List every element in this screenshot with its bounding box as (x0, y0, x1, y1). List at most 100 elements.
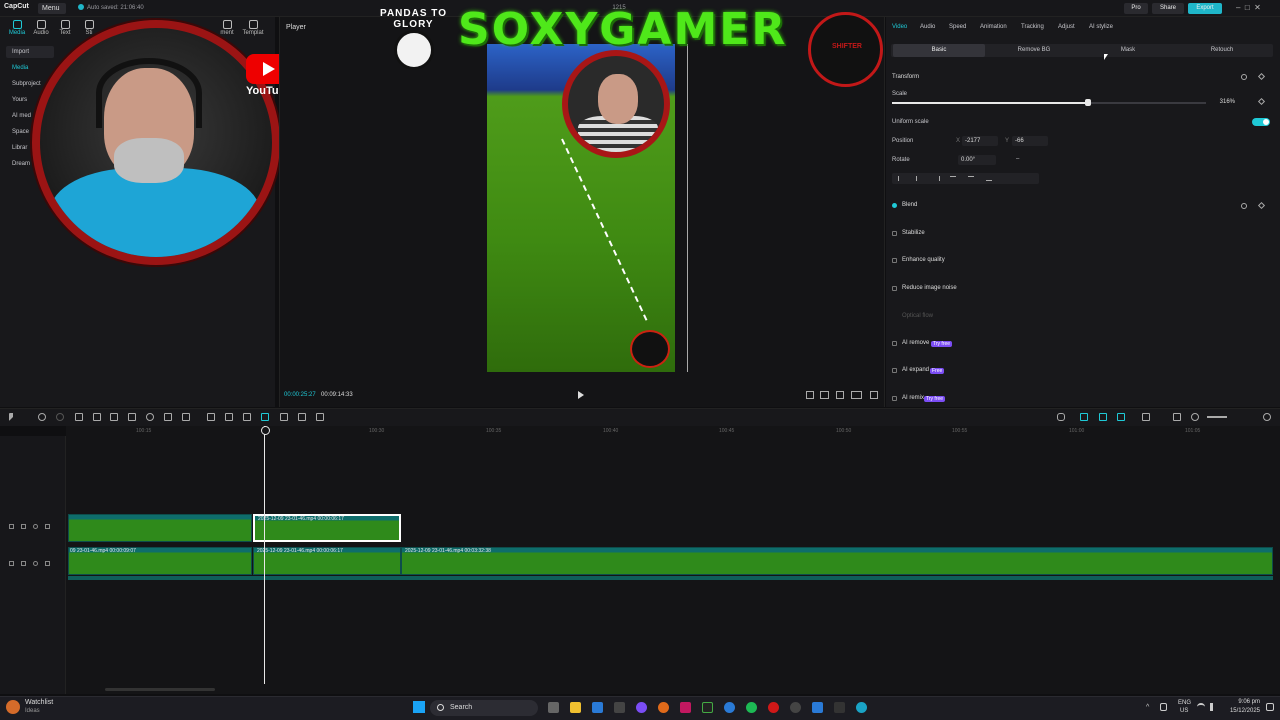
window-controls[interactable]: – □ ✕ (1236, 3, 1276, 14)
ai-remix-checkbox[interactable] (892, 396, 897, 401)
track2-eye-icon[interactable] (33, 561, 38, 566)
timeline-clip[interactable]: 09 23-01-46.mp4 00:00:09:07 (68, 547, 252, 575)
scale-slider-knob[interactable] (1085, 99, 1092, 106)
chrome-icon[interactable] (724, 702, 735, 713)
app-icon[interactable] (614, 702, 625, 713)
undo-icon[interactable] (38, 413, 46, 421)
nav-media[interactable]: Media (6, 62, 54, 74)
pro-button[interactable]: Pro (1124, 3, 1148, 14)
discord-icon[interactable] (636, 702, 647, 713)
tab-templates[interactable]: Templat (240, 20, 266, 38)
subtab-remove-bg[interactable]: Remove BG (988, 44, 1080, 57)
ai-tool-icon[interactable] (261, 413, 269, 421)
section-stabilize[interactable]: Stabilize (902, 230, 925, 236)
opera-icon[interactable] (768, 702, 779, 713)
delete-icon[interactable] (128, 413, 136, 421)
tray-chevron-icon[interactable]: ^ (1146, 704, 1149, 711)
fullscreen-icon[interactable] (870, 391, 878, 399)
section-ai-remix[interactable]: AI remix (902, 395, 924, 401)
steam-icon[interactable] (790, 702, 801, 713)
track1-lock-icon[interactable] (9, 524, 14, 529)
tray-app-icon[interactable] (1160, 703, 1167, 711)
ratio-icon[interactable] (820, 391, 829, 399)
section-reduce-noise[interactable]: Reduce image noise (902, 285, 957, 291)
tab-audio[interactable]: Audio (28, 20, 54, 38)
uniform-scale-toggle[interactable] (1252, 118, 1270, 126)
export-button[interactable]: Export (1188, 3, 1222, 14)
store-icon[interactable] (592, 702, 603, 713)
language-label[interactable]: ENG (1178, 700, 1191, 706)
volume-icon[interactable] (1210, 703, 1218, 711)
track1-eye-icon[interactable] (33, 524, 38, 529)
crop-icon[interactable] (806, 391, 814, 399)
audio-waveform[interactable] (68, 576, 1273, 580)
weather-icon[interactable] (6, 700, 20, 714)
zoom-in-icon[interactable] (1263, 413, 1271, 421)
subtab-basic[interactable]: Basic (893, 44, 985, 57)
section-enhance-quality[interactable]: Enhance quality (902, 257, 945, 263)
effects-icon[interactable] (316, 413, 324, 421)
blend-checkbox[interactable] (892, 203, 897, 208)
notification-icon[interactable] (1266, 703, 1274, 711)
zoom-out-icon[interactable] (1191, 413, 1199, 421)
file-explorer-icon[interactable] (570, 702, 581, 713)
tab-speed[interactable]: Speed (949, 24, 966, 36)
section-ai-expand[interactable]: AI expand (902, 367, 929, 373)
scale-slider[interactable] (892, 99, 1206, 106)
tab-adjustment[interactable]: ment (214, 20, 240, 38)
reduce-noise-checkbox[interactable] (892, 286, 897, 291)
wifi-icon[interactable] (1197, 703, 1205, 711)
snap-icon[interactable] (1117, 413, 1125, 421)
track2-audio-icon[interactable] (45, 561, 50, 566)
mirror-icon[interactable] (225, 413, 233, 421)
timeline-clip[interactable] (68, 514, 252, 542)
timeline-clip[interactable]: 2025-12-09 23-01-46.mp4 00:03:32:38 (401, 547, 1273, 575)
tab-tracking[interactable]: Tracking (1021, 24, 1044, 36)
timeline-scrollbar[interactable] (105, 688, 215, 691)
align-right-icon[interactable] (934, 176, 940, 181)
timeline-clip[interactable]: 2025-12-09 23-01-46.mp4 00:00:06:17 (253, 547, 401, 575)
share-button[interactable]: Share (1152, 3, 1184, 14)
scale-value[interactable]: 316% (1214, 97, 1238, 107)
preview-axis-icon[interactable] (1142, 413, 1150, 421)
shield-app-icon[interactable] (834, 702, 845, 713)
timeline-ruler[interactable] (66, 426, 1280, 436)
subtab-retouch[interactable]: Retouch (1176, 44, 1268, 57)
marker-icon[interactable] (146, 413, 154, 421)
ai-expand-checkbox[interactable] (892, 368, 897, 373)
align-bottom-icon[interactable] (986, 176, 992, 181)
capcut-taskbar-icon[interactable] (702, 702, 713, 713)
position-y-input[interactable]: -66 (1012, 136, 1048, 146)
select-tool-icon[interactable] (9, 413, 17, 421)
align-left-icon[interactable] (898, 176, 904, 181)
taskbar-search[interactable]: Search (430, 700, 538, 716)
task-view-icon[interactable] (548, 702, 559, 713)
obs-icon[interactable] (680, 702, 691, 713)
ai-remove-checkbox[interactable] (892, 341, 897, 346)
zoom-icon[interactable] (836, 391, 844, 399)
section-blend[interactable]: Blend (902, 202, 917, 208)
import-button[interactable]: Import (6, 46, 54, 58)
timeline-clip-selected[interactable]: 2025-12-09 23-01-46.mp4 00:00:06:17 (253, 514, 401, 542)
align-middle-icon[interactable] (968, 176, 974, 181)
enhance-quality-checkbox[interactable] (892, 258, 897, 263)
tab-text[interactable]: Text (52, 20, 78, 38)
playhead[interactable] (261, 426, 270, 684)
blend-reset-icon[interactable] (1241, 203, 1247, 209)
play-icon[interactable] (578, 391, 584, 399)
tab-animation[interactable]: Animation (980, 24, 1007, 36)
link-icon[interactable] (1080, 413, 1088, 421)
reset-icon[interactable] (1241, 74, 1247, 80)
align-top-icon[interactable] (950, 176, 956, 181)
align-center-icon[interactable] (916, 176, 922, 181)
transform-heading[interactable]: Transform (892, 74, 919, 80)
redo-icon[interactable] (56, 413, 64, 421)
watchlist-label[interactable]: Watchlist (25, 699, 53, 706)
track1-audio-icon[interactable] (45, 524, 50, 529)
rotate-input[interactable]: 0.00° (958, 155, 996, 165)
quality-icon[interactable] (851, 391, 862, 399)
tab-media[interactable]: Media (4, 20, 30, 38)
split-icon[interactable] (75, 413, 83, 421)
position-x-input[interactable]: -2177 (962, 136, 998, 146)
clock-time[interactable]: 9:06 pm (1226, 699, 1260, 705)
